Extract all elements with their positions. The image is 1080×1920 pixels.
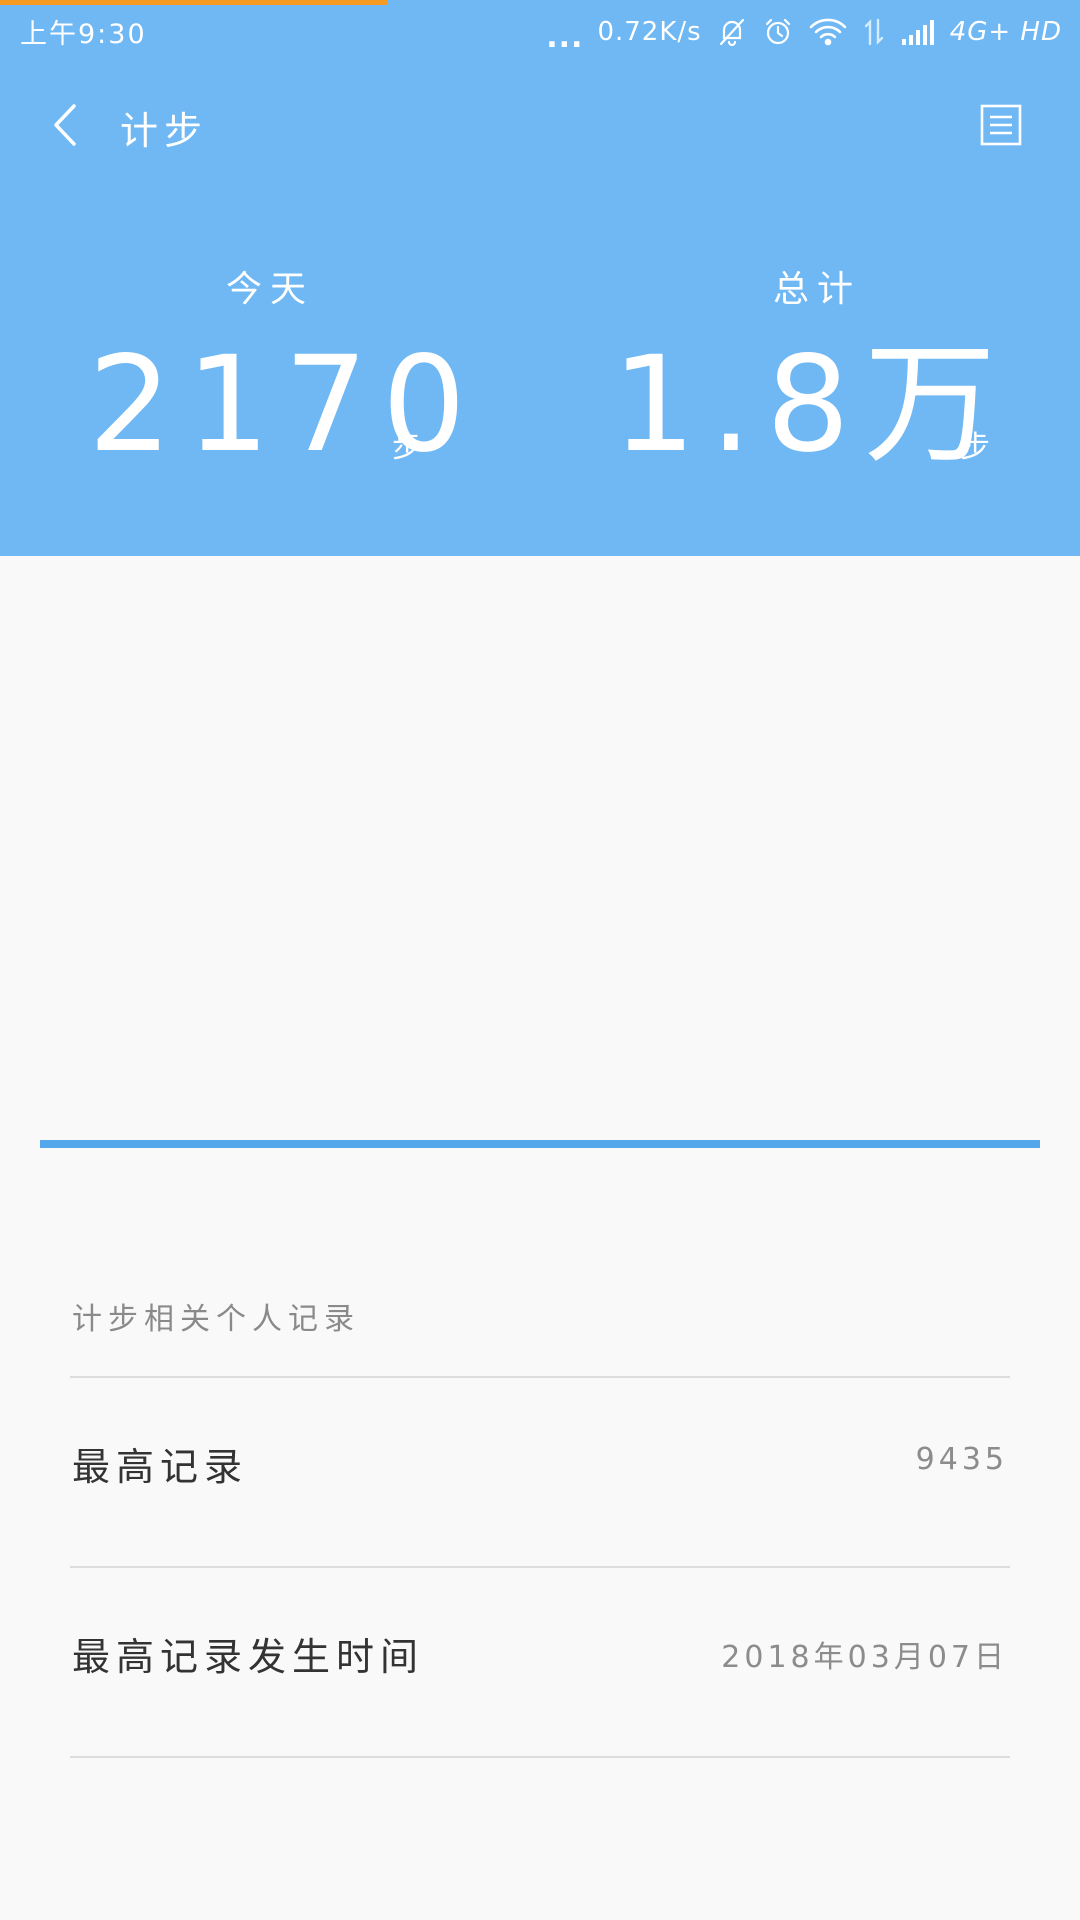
total-label: 总计 [772, 269, 861, 310]
chevron-left-icon [54, 104, 76, 146]
loading-progress-bar [0, 0, 388, 5]
chart-baseline [40, 1140, 1040, 1148]
personal-records-section: 计步相关个人记录 最高记录 9435 最高记录发生时间 2018年03月07日 [70, 1280, 1010, 1758]
more-notifications-indicator: ... [546, 20, 584, 55]
record-row-best-date: 最高记录发生时间 2018年03月07日 [70, 1568, 1010, 1758]
app-toolbar: 计步 [0, 90, 1080, 160]
record-label: 最高记录 [72, 1445, 249, 1489]
total-steps-unit: 步 [960, 430, 990, 465]
record-label: 最高记录发生时间 [72, 1635, 425, 1679]
list-icon [980, 104, 1022, 146]
today-label: 今天 [225, 269, 314, 310]
wifi-icon [808, 16, 848, 48]
record-value: 9435 [915, 1442, 1008, 1477]
section-title: 计步相关个人记录 [70, 1280, 1010, 1378]
record-row-best: 最高记录 9435 [70, 1378, 1010, 1568]
total-steps-value: 1.8万 [612, 328, 1010, 482]
today-steps-unit: 步 [392, 430, 422, 465]
data-arrows-icon [862, 16, 886, 48]
record-value: 2018年03月07日 [721, 1640, 1008, 1675]
header-panel: 上午9:30 ... 0.72K/s 4G+ HD 计步 今天 总计 2170 … [0, 0, 1080, 556]
back-button[interactable] [40, 100, 90, 150]
status-time: 上午9:30 [20, 19, 147, 50]
menu-button[interactable] [980, 104, 1022, 146]
alarm-icon [762, 16, 794, 48]
bell-off-icon [716, 16, 748, 48]
signal-icon [900, 17, 936, 47]
status-bar: 上午9:30 ... 0.72K/s 4G+ HD [0, 8, 1080, 56]
status-icons: ... 0.72K/s 4G+ HD [546, 10, 1062, 54]
network-type: 4G+ HD [949, 17, 1062, 47]
network-speed: 0.72K/s [597, 17, 702, 47]
page-title: 计步 [120, 109, 209, 153]
pedometer-screen: 上午9:30 ... 0.72K/s 4G+ HD 计步 今天 总计 2170 … [0, 0, 1080, 1920]
